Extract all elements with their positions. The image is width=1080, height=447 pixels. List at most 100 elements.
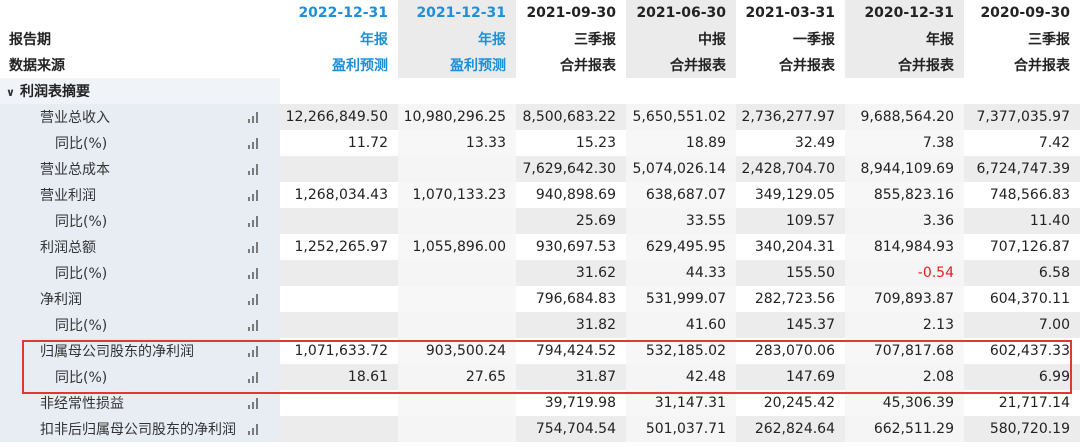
chart-button[interactable] xyxy=(243,234,280,260)
bar-chart-icon[interactable] xyxy=(247,189,261,201)
value-cell: 20,245.42 xyxy=(736,390,845,416)
value-cell: 262,824.64 xyxy=(736,416,845,442)
chart-button[interactable] xyxy=(243,104,280,130)
chart-button[interactable] xyxy=(243,390,280,416)
value-cell: 2.13 xyxy=(845,312,964,338)
value-cell: 748,566.83 xyxy=(964,182,1080,208)
chart-button[interactable] xyxy=(243,338,280,364)
chart-button[interactable] xyxy=(243,260,280,286)
row-label: 扣非后归属母公司股东的净利润 xyxy=(0,416,243,442)
date-col-1[interactable]: 2022-12-31 xyxy=(280,0,398,26)
value-cell: 11.40 xyxy=(964,208,1080,234)
value-cell: 1,252,265.97 xyxy=(280,234,398,260)
value-cell: 155.50 xyxy=(736,260,845,286)
bar-chart-icon[interactable] xyxy=(247,345,261,357)
value-cell: 903,500.24 xyxy=(398,338,516,364)
source-col-5: 合并报表 xyxy=(779,58,835,74)
value-cell: 42.48 xyxy=(626,364,736,390)
value-cell: 6,724,747.39 xyxy=(964,156,1080,182)
bar-chart-icon[interactable] xyxy=(247,215,261,227)
table-row: 净利润 796,684.83 531,999.07 282,723.56 709,893… xyxy=(0,286,1080,312)
value-cell: 18.89 xyxy=(626,130,736,156)
bar-chart-icon[interactable] xyxy=(247,137,261,149)
row-label: 同比(%) xyxy=(0,364,243,390)
value-cell: 794,424.52 xyxy=(516,338,626,364)
value-cell: 5,074,026.14 xyxy=(626,156,736,182)
date-col-7[interactable]: 2020-09-30 xyxy=(964,0,1080,26)
section-row: ∨ 利润表摘要 xyxy=(0,78,1080,104)
chart-button[interactable] xyxy=(243,286,280,312)
bar-chart-icon[interactable] xyxy=(247,241,261,253)
value-cell xyxy=(280,208,398,234)
date-col-6[interactable]: 2020-12-31 xyxy=(845,0,964,26)
period-col-1: 年报 xyxy=(360,32,388,48)
bar-chart-icon[interactable] xyxy=(247,319,261,331)
value-cell xyxy=(398,156,516,182)
row-label: 利润总额 xyxy=(0,234,243,260)
row-label: 非经常性损益 xyxy=(0,390,243,416)
value-cell: 44.33 xyxy=(626,260,736,286)
value-cell: 7.00 xyxy=(964,312,1080,338)
row-label: 营业利润 xyxy=(0,182,243,208)
period-label: 报告期 xyxy=(9,32,51,48)
bar-chart-icon[interactable] xyxy=(247,371,261,383)
row-label: 同比(%) xyxy=(0,260,243,286)
source-col-3: 合并报表 xyxy=(560,58,616,74)
value-cell: 707,126.87 xyxy=(964,234,1080,260)
value-cell: 32.49 xyxy=(736,130,845,156)
date-col-3[interactable]: 2021-09-30 xyxy=(516,0,626,26)
bar-chart-icon[interactable] xyxy=(247,293,261,305)
value-cell: 340,204.31 xyxy=(736,234,845,260)
chart-button[interactable] xyxy=(243,208,280,234)
value-cell: 7,629,642.30 xyxy=(516,156,626,182)
value-cell xyxy=(280,390,398,416)
chart-button[interactable] xyxy=(243,130,280,156)
value-cell: 45,306.39 xyxy=(845,390,964,416)
table-row: 扣非后归属母公司股东的净利润 754,704.54 501,037.71 262,82… xyxy=(0,416,1080,442)
value-cell: 12,266,849.50 xyxy=(280,104,398,130)
date-col-5[interactable]: 2021-03-31 xyxy=(736,0,845,26)
value-cell: 855,823.16 xyxy=(845,182,964,208)
source-col-1: 盈利预测 xyxy=(332,58,388,74)
bar-chart-icon[interactable] xyxy=(247,267,261,279)
period-col-7: 三季报 xyxy=(1028,32,1070,48)
chart-button[interactable] xyxy=(243,364,280,390)
value-cell: 349,129.05 xyxy=(736,182,845,208)
value-cell: 629,495.95 xyxy=(626,234,736,260)
value-cell: 11.72 xyxy=(280,130,398,156)
date-col-4[interactable]: 2021-06-30 xyxy=(626,0,736,26)
value-cell: 147.69 xyxy=(736,364,845,390)
header-row-sources: 数据来源 盈利预测 盈利预测 合并报表 合并报表 合并报表 合并报表 合并报表 xyxy=(0,52,1080,78)
value-cell: 580,720.19 xyxy=(964,416,1080,442)
bar-chart-icon[interactable] xyxy=(247,111,261,123)
bar-chart-icon[interactable] xyxy=(247,163,261,175)
chart-button[interactable] xyxy=(243,312,280,338)
value-cell: 145.37 xyxy=(736,312,845,338)
value-cell: 21,717.14 xyxy=(964,390,1080,416)
value-cell: 18.61 xyxy=(280,364,398,390)
value-cell xyxy=(398,312,516,338)
value-cell: 41.60 xyxy=(626,312,736,338)
value-cell: 707,817.68 xyxy=(845,338,964,364)
table-row: 利润总额 1,252,265.97 1,055,896.00 930,697.53 62… xyxy=(0,234,1080,260)
chart-button[interactable] xyxy=(243,416,280,442)
chart-button[interactable] xyxy=(243,182,280,208)
value-cell: 531,999.07 xyxy=(626,286,736,312)
section-toggle[interactable]: ∨ 利润表摘要 xyxy=(0,78,243,104)
chart-button[interactable] xyxy=(243,156,280,182)
value-cell: 532,185.02 xyxy=(626,338,736,364)
date-col-2[interactable]: 2021-12-31 xyxy=(398,0,516,26)
table-row: 同比(%) 25.69 33.55 109.57 3.36 11.40 xyxy=(0,208,1080,234)
table-row: 同比(%) 11.72 13.33 15.23 18.89 32.49 7.38 7.42 xyxy=(0,130,1080,156)
chevron-down-icon[interactable]: ∨ xyxy=(6,86,20,99)
bar-chart-icon[interactable] xyxy=(247,397,261,409)
table-row: 同比(%) 31.82 41.60 145.37 2.13 7.00 xyxy=(0,312,1080,338)
table-row: 同比(%) 18.61 27.65 31.87 42.48 147.69 2.08 6.99 xyxy=(0,364,1080,390)
value-cell: 7.42 xyxy=(964,130,1080,156)
value-cell: 754,704.54 xyxy=(516,416,626,442)
value-cell: 638,687.07 xyxy=(626,182,736,208)
income-statement-table: 2022-12-31 2021-12-31 2021-09-30 2021-06… xyxy=(0,0,1080,442)
bar-chart-icon[interactable] xyxy=(247,423,261,435)
period-col-3: 三季报 xyxy=(574,32,616,48)
value-cell: 109.57 xyxy=(736,208,845,234)
